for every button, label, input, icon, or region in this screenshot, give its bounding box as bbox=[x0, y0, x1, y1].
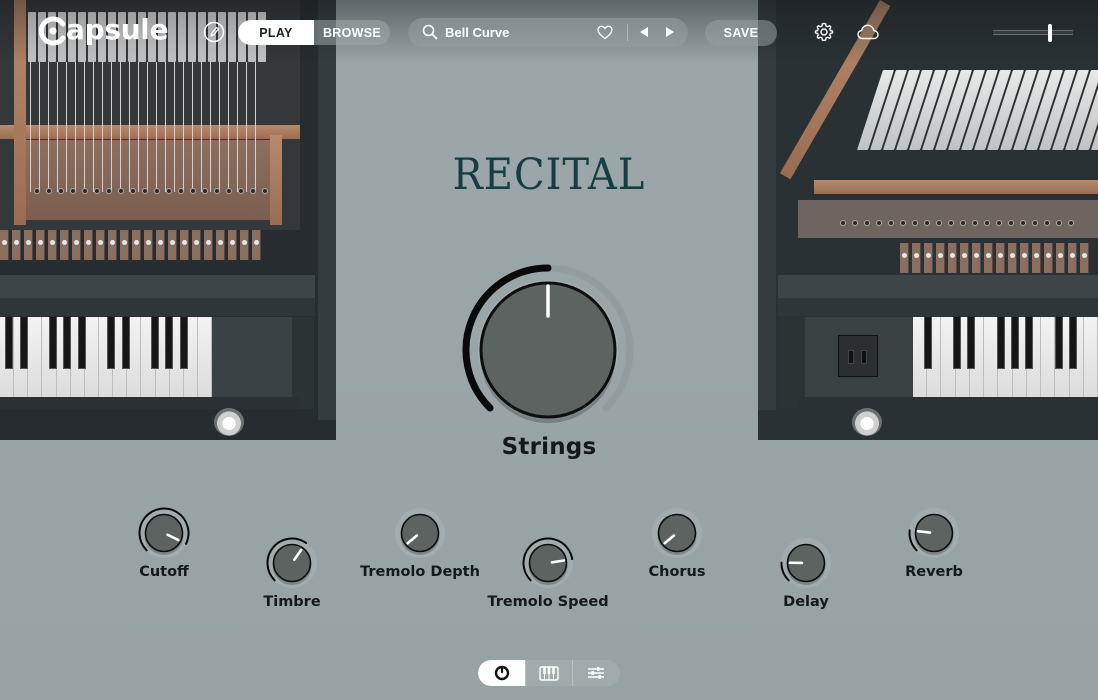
divider bbox=[627, 24, 628, 41]
volume-handle[interactable] bbox=[1047, 24, 1052, 42]
knob-body[interactable] bbox=[528, 543, 568, 583]
tremolo-depth-knob[interactable] bbox=[392, 505, 448, 561]
brand-name: apsule bbox=[66, 13, 169, 46]
tremolo-depth-knob-label: Tremolo Depth bbox=[360, 564, 480, 580]
tab-browse[interactable]: BROWSE bbox=[314, 20, 390, 45]
right-piano-image bbox=[758, 0, 1098, 440]
knob-body[interactable] bbox=[272, 543, 312, 583]
heart-icon[interactable] bbox=[597, 25, 613, 40]
chorus-knob-label: Chorus bbox=[648, 564, 706, 580]
preset-browser-bar[interactable]: Bell Curve bbox=[408, 18, 688, 47]
strings-knob-label: Strings bbox=[501, 434, 597, 460]
chorus-knob[interactable] bbox=[649, 505, 705, 561]
tab-mixer[interactable] bbox=[572, 660, 619, 686]
sliders-icon bbox=[588, 667, 604, 679]
view-tabs bbox=[478, 660, 620, 686]
cutoff-knob[interactable] bbox=[136, 505, 192, 561]
previous-preset-icon[interactable] bbox=[639, 26, 649, 38]
knob-body[interactable] bbox=[914, 513, 954, 553]
strings-knob[interactable] bbox=[458, 260, 638, 440]
knob-body[interactable] bbox=[400, 513, 440, 553]
piano-keys-icon bbox=[539, 665, 559, 681]
delay-knob-label: Delay bbox=[783, 594, 829, 610]
timbre-knob[interactable] bbox=[264, 535, 320, 591]
cutoff-knob-label: Cutoff bbox=[139, 564, 189, 580]
cloud-icon[interactable] bbox=[857, 24, 879, 40]
pencil-circle-icon[interactable] bbox=[203, 21, 225, 43]
knob-icon bbox=[494, 665, 509, 681]
knob-body[interactable] bbox=[144, 513, 184, 553]
mode-toggle: PLAY BROWSE bbox=[238, 20, 390, 45]
capsule-logo-icon bbox=[38, 16, 66, 46]
timbre-knob-label: Timbre bbox=[263, 594, 321, 610]
reverb-knob-label: Reverb bbox=[905, 564, 963, 580]
gear-icon[interactable] bbox=[814, 22, 834, 42]
left-piano-image bbox=[0, 0, 336, 440]
preset-name[interactable]: Bell Curve bbox=[445, 25, 509, 40]
volume-track[interactable] bbox=[993, 30, 1073, 35]
tab-keyboard[interactable] bbox=[525, 660, 572, 686]
save-button[interactable]: SAVE bbox=[705, 20, 777, 46]
knob-pointer bbox=[916, 529, 932, 534]
knob-pointer bbox=[550, 559, 566, 564]
tab-play[interactable]: PLAY bbox=[238, 20, 314, 45]
tab-controls[interactable] bbox=[478, 660, 525, 686]
next-preset-icon[interactable] bbox=[665, 26, 675, 38]
search-icon[interactable] bbox=[422, 24, 438, 40]
knob-body[interactable] bbox=[657, 513, 697, 553]
instrument-title: RECITAL bbox=[452, 150, 646, 200]
tremolo-speed-knob[interactable] bbox=[520, 535, 576, 591]
master-volume-slider[interactable] bbox=[993, 24, 1073, 42]
tremolo-speed-knob-label: Tremolo Speed bbox=[487, 594, 609, 610]
reverb-knob[interactable] bbox=[906, 505, 962, 561]
delay-knob[interactable] bbox=[778, 535, 834, 591]
